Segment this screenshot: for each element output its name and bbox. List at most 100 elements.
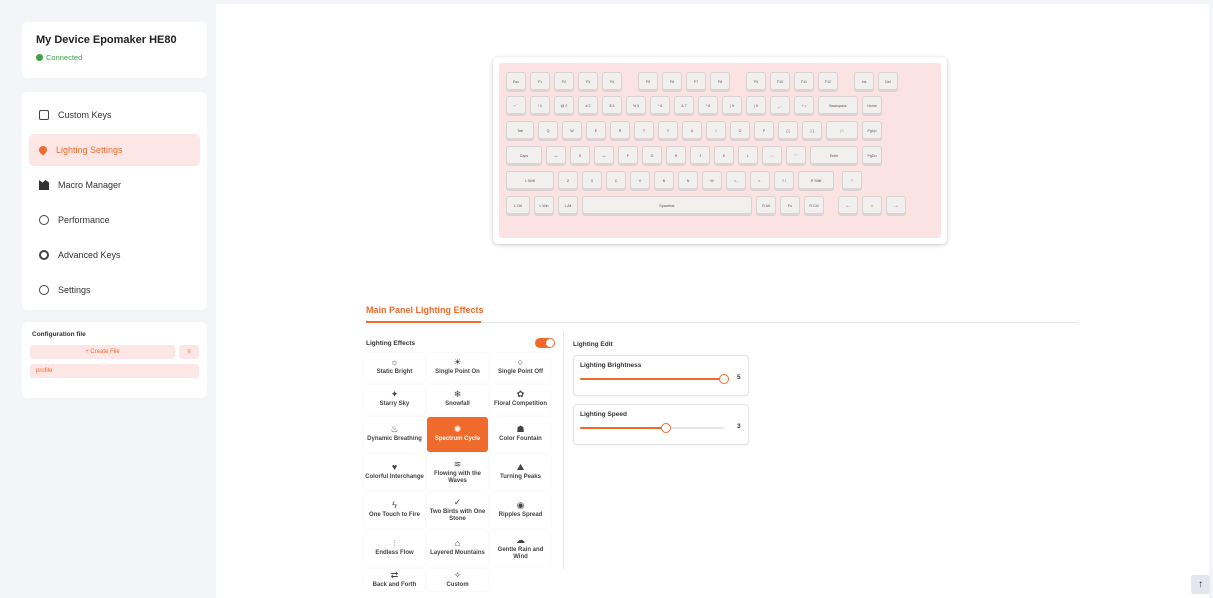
effect-ripples-spread[interactable]: ◉ Ripples Spread <box>490 493 551 528</box>
lighting-effects-toggle[interactable] <box>535 338 555 348</box>
sidebar-item-macro-manager[interactable]: Macro Manager <box>29 169 200 201</box>
effect-snowfall[interactable]: ❄ Snowfall <box>427 385 488 414</box>
key-[interactable]: { [ <box>778 121 798 141</box>
effect-colorful-interchange[interactable]: ♥ Colorful Interchange <box>364 455 425 490</box>
effect-dynamic-breathing[interactable]: ♨ Dynamic Breathing <box>364 417 425 452</box>
key-e[interactable]: E <box>586 121 606 141</box>
effect-one-touch-to-fire[interactable]: ϟ One Touch to Fire <box>364 493 425 528</box>
key-[interactable]: | \ <box>826 121 858 141</box>
scroll-to-top-button[interactable]: ↑ <box>1191 575 1210 594</box>
key-backspace[interactable]: Backspace <box>818 96 858 116</box>
config-menu-button[interactable]: ≡ <box>179 345 199 359</box>
key-[interactable]: ↑ <box>842 171 862 191</box>
effect-flowing-with-the-waves[interactable]: ≋ Flowing with the Waves <box>427 455 488 490</box>
key-4[interactable]: $ 4 <box>602 96 622 116</box>
key-8[interactable]: * 8 <box>698 96 718 116</box>
key-l[interactable]: L <box>738 146 758 166</box>
key-f5[interactable]: F5 <box>638 72 658 92</box>
key-g[interactable]: G <box>642 146 662 166</box>
key-[interactable]: ↔ <box>594 146 614 166</box>
key-tab[interactable]: Tab <box>506 121 534 141</box>
key-3[interactable]: # 3 <box>578 96 598 116</box>
effect-gentle-rain-and-wind[interactable]: ☁ Gentle Rain and Wind <box>490 531 551 566</box>
sidebar-item-custom-keys[interactable]: Custom Keys <box>29 99 200 131</box>
key-n[interactable]: N <box>678 171 698 191</box>
key-[interactable]: " ' <box>786 146 806 166</box>
sidebar-item-lighting-settings[interactable]: Lighting Settings <box>29 134 200 166</box>
effect-starry-sky[interactable]: ✦ Starry Sky <box>364 385 425 414</box>
key-f10[interactable]: F10 <box>770 72 790 92</box>
key-l-shift[interactable]: L Shift <box>506 171 554 191</box>
effect-static-bright[interactable]: ☼ Static Bright <box>364 353 425 382</box>
key-f11[interactable]: F11 <box>794 72 814 92</box>
key-r-ctrl[interactable]: R Ctrl <box>804 196 824 216</box>
key-j[interactable]: J <box>690 146 710 166</box>
key-b[interactable]: B <box>654 171 674 191</box>
key-s[interactable]: S <box>570 146 590 166</box>
key-7[interactable]: & 7 <box>674 96 694 116</box>
profile-item[interactable]: profile <box>30 364 199 378</box>
key-f4[interactable]: F4 <box>602 72 622 92</box>
key-f7[interactable]: F7 <box>686 72 706 92</box>
sidebar-item-advanced-keys[interactable]: Advanced Keys <box>29 239 200 271</box>
key-[interactable]: < , <box>726 171 746 191</box>
key-r[interactable]: R <box>610 121 630 141</box>
key-o[interactable]: O <box>730 121 750 141</box>
key-spacebar[interactable]: Spacebar <box>582 196 752 216</box>
key-m[interactable]: M <box>702 171 722 191</box>
key-w[interactable]: W <box>562 121 582 141</box>
key-2[interactable]: @ 2 <box>554 96 574 116</box>
key-p[interactable]: P <box>754 121 774 141</box>
key-5[interactable]: % 5 <box>626 96 646 116</box>
key-t[interactable]: T <box>634 121 654 141</box>
key-f12[interactable]: F12 <box>818 72 838 92</box>
key-[interactable]: ← <box>838 196 858 216</box>
key-k[interactable]: K <box>714 146 734 166</box>
key-[interactable]: → <box>886 196 906 216</box>
key-q[interactable]: Q <box>538 121 558 141</box>
key-z[interactable]: Z <box>558 171 578 191</box>
effect-spectrum-cycle[interactable]: ✺ Spectrum Cycle <box>427 417 488 452</box>
key-x[interactable]: X <box>582 171 602 191</box>
key-l-win[interactable]: L Win <box>534 196 554 216</box>
key-v[interactable]: V <box>630 171 650 191</box>
key-l-ctrl[interactable]: L Ctrl <box>506 196 530 216</box>
key-f1[interactable]: F1 <box>530 72 550 92</box>
key-i[interactable]: I <box>706 121 726 141</box>
effect-single-point-on[interactable]: ☀ Single Point On <box>427 353 488 382</box>
key-esc[interactable]: Esc <box>506 72 526 92</box>
key-[interactable]: ↔ <box>546 146 566 166</box>
key-[interactable]: _ - <box>770 96 790 116</box>
key-[interactable]: ? / <box>774 171 794 191</box>
key-ins[interactable]: Ins <box>854 72 874 92</box>
key-[interactable]: : ; <box>762 146 782 166</box>
brightness-thumb[interactable] <box>719 374 729 384</box>
key-[interactable]: + = <box>794 96 814 116</box>
sidebar-item-settings[interactable]: Settings <box>29 274 200 306</box>
key-f[interactable]: F <box>618 146 638 166</box>
key-r-shift[interactable]: R Shift <box>798 171 834 191</box>
key-f8[interactable]: F8 <box>710 72 730 92</box>
speed-slider[interactable] <box>580 423 724 433</box>
key-r-alt[interactable]: R Alt <box>756 196 776 216</box>
key-[interactable]: } ] <box>802 121 822 141</box>
key-c[interactable]: C <box>606 171 626 191</box>
key-f3[interactable]: F3 <box>578 72 598 92</box>
key-caps[interactable]: Caps <box>506 146 542 166</box>
key-home[interactable]: Home <box>862 96 882 116</box>
key-[interactable]: ↓ <box>862 196 882 216</box>
key-y[interactable]: Y <box>658 121 678 141</box>
key-l-alt[interactable]: L Alt <box>558 196 578 216</box>
effect-layered-mountains[interactable]: ⌂ Layered Mountains <box>427 531 488 566</box>
effect-custom[interactable]: ✧ Custom <box>427 569 488 591</box>
brightness-slider[interactable] <box>580 374 729 384</box>
effect-back-and-forth[interactable]: ⇄ Back and Forth <box>364 569 425 591</box>
key-f2[interactable]: F2 <box>554 72 574 92</box>
key-1[interactable]: ! 1 <box>530 96 550 116</box>
key-del[interactable]: Del <box>878 72 898 92</box>
key-pgup[interactable]: PgUp <box>862 121 882 141</box>
key-u[interactable]: U <box>682 121 702 141</box>
key-[interactable]: ~ ` <box>506 96 526 116</box>
key-[interactable]: > . <box>750 171 770 191</box>
key-0[interactable]: ) 0 <box>746 96 766 116</box>
